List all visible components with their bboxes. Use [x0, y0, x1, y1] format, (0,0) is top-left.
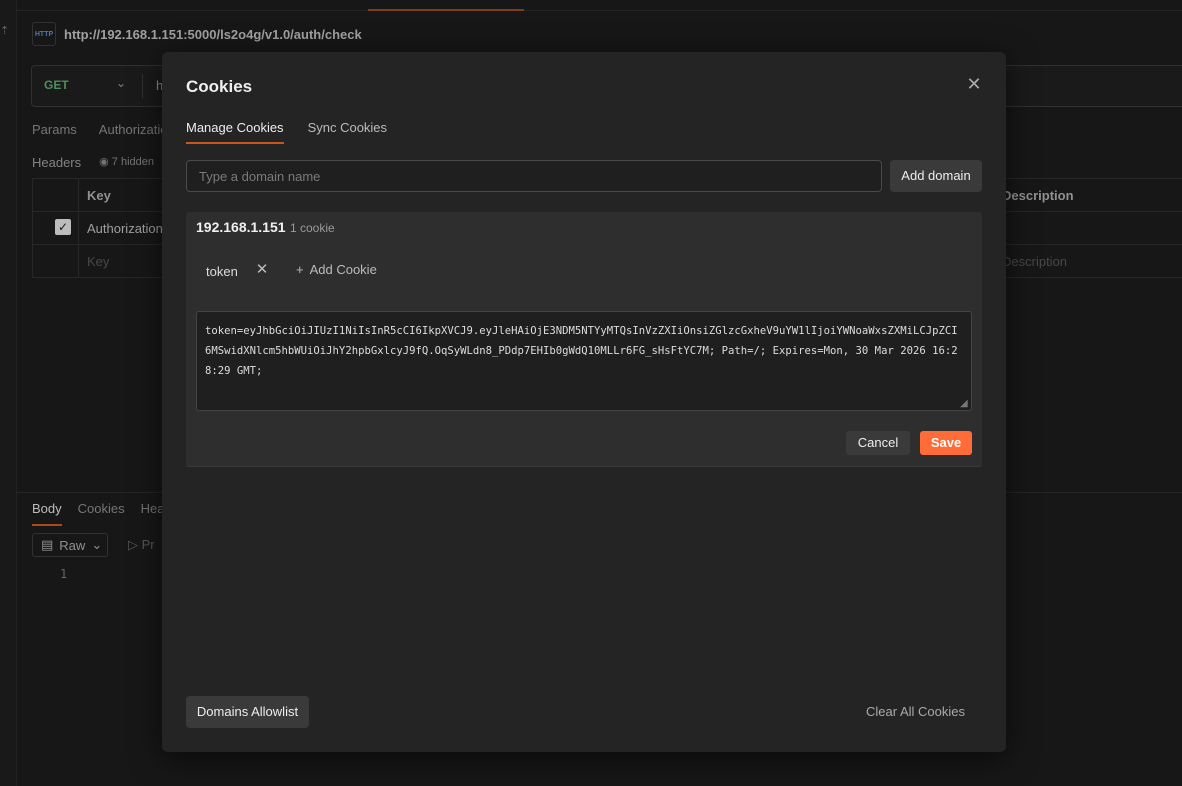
modal-title: Cookies — [186, 77, 253, 96]
close-icon[interactable]: ✕ — [964, 74, 984, 94]
cookies-modal: Cookies ✕ Manage Cookies Sync Cookies Ad… — [162, 52, 1006, 752]
domain-input[interactable] — [186, 160, 882, 192]
modal-tabs: Manage Cookies Sync Cookies — [186, 120, 387, 144]
cookie-value-textarea[interactable]: token=eyJhbGciOiJIUzI1NiIsInR5cCI6IkpXVC… — [196, 311, 972, 411]
domain-name: 192.168.1.151 — [196, 219, 286, 235]
resize-grip-icon[interactable]: ◢ — [960, 398, 968, 409]
tab-manage-cookies[interactable]: Manage Cookies — [186, 120, 284, 144]
cookie-count: 1 cookie — [290, 221, 335, 235]
domains-allowlist-button[interactable]: Domains Allowlist — [186, 696, 309, 728]
add-cookie-label: Add Cookie — [309, 262, 377, 277]
cancel-button[interactable]: Cancel — [846, 431, 910, 455]
add-domain-button[interactable]: Add domain — [890, 160, 982, 192]
cookie-chip-token[interactable]: token — [206, 264, 238, 279]
clear-all-cookies-button[interactable]: Clear All Cookies — [866, 704, 965, 719]
plus-icon: + — [296, 262, 304, 277]
domain-panel: 192.168.1.151 1 cookie token ✕ + Add Cook… — [186, 212, 982, 467]
tab-sync-cookies[interactable]: Sync Cookies — [308, 120, 387, 144]
close-icon[interactable]: ✕ — [254, 260, 270, 278]
save-button[interactable]: Save — [920, 431, 972, 455]
add-cookie-button[interactable]: + Add Cookie — [296, 262, 377, 277]
